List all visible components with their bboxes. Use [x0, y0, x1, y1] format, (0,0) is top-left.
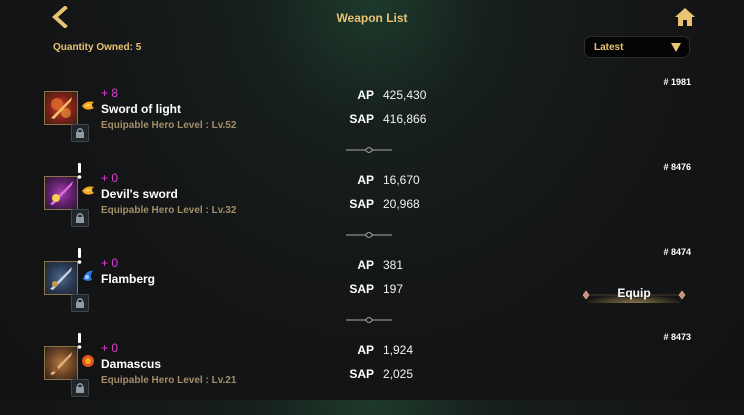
ap-label: AP	[357, 343, 374, 357]
fire-element-icon	[80, 354, 96, 368]
ap-value: 381	[383, 258, 404, 272]
alert-icon	[76, 163, 83, 179]
home-button[interactable]	[674, 6, 696, 28]
alert-icon	[76, 333, 83, 349]
weapon-name: Flamberg	[101, 272, 156, 286]
sap-label: SAP	[349, 197, 374, 211]
lock-icon	[76, 213, 84, 223]
ap-label: AP	[357, 258, 374, 272]
serial-number: # 8473	[663, 332, 691, 342]
row-divider	[346, 317, 392, 323]
row-divider	[346, 147, 392, 153]
sap-value: 197	[383, 282, 404, 296]
sap-value: 20,968	[383, 197, 420, 211]
weapon-icon	[44, 346, 78, 380]
enhance-level: + 0	[101, 171, 119, 185]
alert-icon	[76, 248, 83, 264]
serial-number: # 8474	[663, 247, 691, 257]
fire-element-icon	[80, 184, 96, 198]
page-title: Weapon List	[336, 11, 408, 25]
lock-icon	[76, 298, 84, 308]
equip-button[interactable]: Equip	[579, 285, 689, 305]
sap-label: SAP	[349, 367, 374, 381]
lock-icon	[76, 128, 84, 138]
level-requirement: Equipable Hero Level : Lv.32	[101, 205, 237, 216]
quantity-owned: Quantity Owned: 5	[53, 42, 142, 53]
lock-button[interactable]	[71, 209, 89, 227]
ap-label: AP	[357, 88, 374, 102]
weapon-icon	[44, 176, 78, 210]
weapon-name: Sword of light	[101, 102, 181, 116]
level-requirement: Equipable Hero Level : Lv.52	[101, 120, 237, 131]
fire-element-icon	[80, 99, 96, 113]
sort-selected: Latest	[594, 42, 624, 53]
sap-label: SAP	[349, 282, 374, 296]
ap-value: 16,670	[383, 173, 420, 187]
ap-value: 1,924	[383, 343, 414, 357]
enhance-level: + 0	[101, 256, 119, 270]
lock-button[interactable]	[71, 124, 89, 142]
ap-value: 425,430	[383, 88, 427, 102]
water-element-icon	[80, 269, 96, 283]
level-requirement: Equipable Hero Level : Lv.21	[101, 375, 237, 386]
weapon-name: Devil's sword	[101, 187, 178, 201]
sort-dropdown[interactable]: Latest	[584, 36, 690, 58]
dropdown-arrow-icon	[671, 43, 681, 52]
sap-value: 416,866	[383, 112, 427, 126]
weapon-icon	[44, 91, 78, 125]
weapon-icon	[44, 261, 78, 295]
serial-number: # 8476	[663, 162, 691, 172]
ap-label: AP	[357, 173, 374, 187]
lock-icon	[76, 383, 84, 393]
row-divider	[346, 232, 392, 238]
weapon-row[interactable]: + 0 Damascus Equipable Hero Level : Lv.2…	[0, 330, 744, 415]
serial-number: # 1981	[663, 77, 691, 87]
weapon-name: Damascus	[101, 357, 162, 371]
sap-label: SAP	[349, 112, 374, 126]
lock-button[interactable]	[71, 379, 89, 397]
sap-value: 2,025	[383, 367, 414, 381]
home-icon	[675, 8, 695, 26]
equip-label: Equip	[617, 286, 651, 300]
enhance-level: + 0	[101, 341, 119, 355]
enhance-level: + 8	[101, 86, 119, 100]
lock-button[interactable]	[71, 294, 89, 312]
